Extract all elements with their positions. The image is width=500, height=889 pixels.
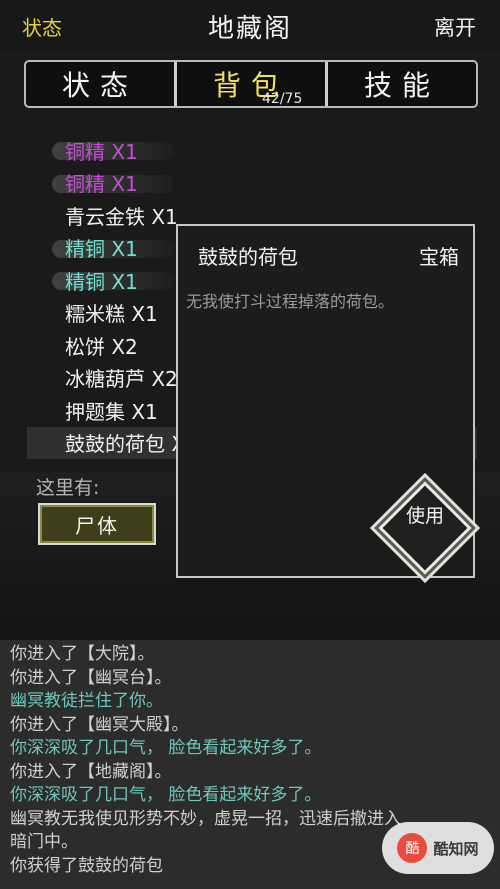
leave-button[interactable]: 离开 — [434, 12, 476, 42]
item-type: 宝箱 — [419, 245, 459, 269]
item-label: 青云金铁 X1 — [65, 204, 178, 229]
item-label: 糯米糕 X1 — [65, 302, 158, 327]
log-line: 幽冥教徒拦住了你。 — [10, 691, 163, 711]
log-line: 你深深吸了几口气， 脸色看起来好多了。 — [10, 738, 322, 758]
watermark-logo: 酷 酷知网 — [382, 822, 494, 874]
bag-capacity: 42/75 — [262, 91, 303, 107]
log-line: 你进入了【幽冥台】。 — [10, 667, 172, 688]
item-label: 松饼 X2 — [65, 334, 138, 359]
item-label: 铜精 X1 — [65, 139, 138, 164]
log-line: 你进入了【幽冥大殿】。 — [10, 714, 189, 735]
log-line: 你进入了【地藏阁】。 — [10, 761, 172, 782]
top-bar: 状态 地藏阁 离开 — [0, 0, 500, 52]
inventory-item[interactable]: 铜精 X1 — [52, 134, 472, 167]
log-line: 你进入了【大院】。 — [10, 644, 155, 664]
use-button-label[interactable]: 使用 — [406, 504, 444, 528]
watermark-icon: 酷 — [397, 833, 428, 863]
item-name: 鼓鼓的荷包 — [198, 245, 298, 269]
item-label: 铜精 X1 — [65, 172, 138, 197]
item-description: 无我使打斗过程掉落的荷包。 — [186, 292, 395, 311]
inventory-item[interactable]: 铜精 X1 — [52, 167, 472, 200]
tab-bar: 状态 背包 技能 — [24, 60, 478, 108]
corpse-button[interactable]: 尸体 — [38, 503, 156, 545]
tab-skills[interactable]: 技能 — [325, 62, 476, 106]
log-line: 你深深吸了几口气， 脸色看起来好多了。 — [10, 785, 322, 805]
tab-status[interactable]: 状态 — [26, 62, 174, 106]
here-label: 这里有: — [36, 477, 100, 499]
page-title: 地藏阁 — [207, 14, 292, 44]
item-label: 押题集 X1 — [65, 399, 158, 424]
item-label: 精铜 X1 — [65, 269, 138, 294]
item-label: 精铜 X1 — [65, 237, 138, 262]
item-label: 冰糖葫芦 X2 — [65, 367, 178, 392]
watermark-text: 酷知网 — [433, 839, 479, 858]
